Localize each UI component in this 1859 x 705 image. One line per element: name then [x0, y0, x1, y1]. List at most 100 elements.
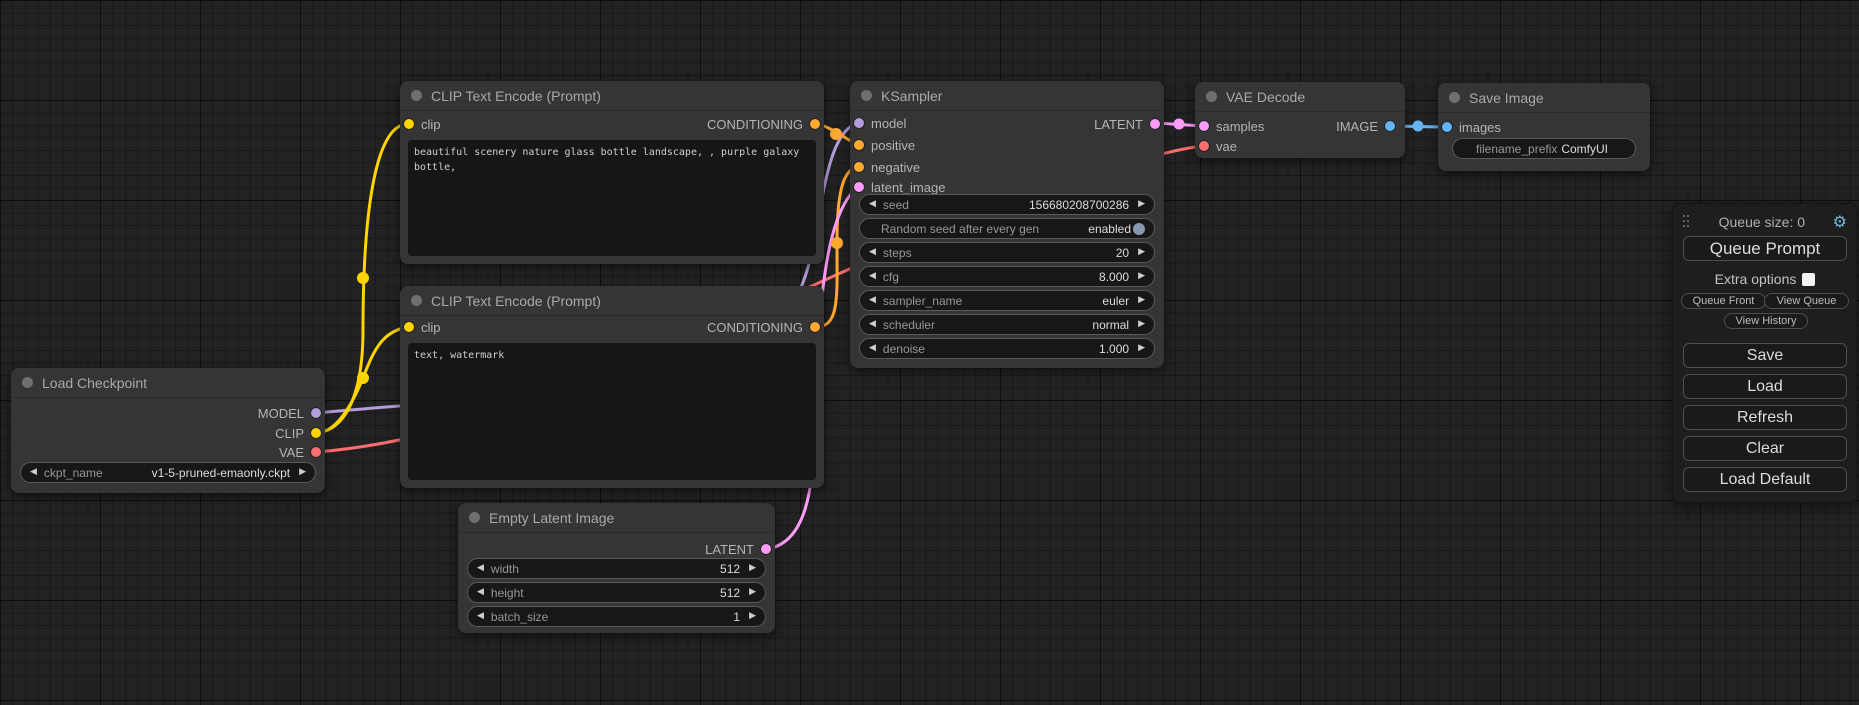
decrement-arrow-icon[interactable]: ◀	[869, 344, 876, 353]
input-images: images	[1442, 117, 1501, 137]
view-queue-button[interactable]: View Queue	[1764, 293, 1849, 309]
node-title: KSampler	[881, 88, 942, 104]
widget-random-seed-toggle[interactable]: Random seed after every gen enabled	[859, 218, 1155, 239]
increment-arrow-icon[interactable]: ▶	[1138, 248, 1145, 257]
decrement-arrow-icon[interactable]: ◀	[869, 320, 876, 329]
node-title: Save Image	[1469, 90, 1544, 106]
input-positive: positive	[854, 135, 915, 155]
decrement-arrow-icon[interactable]: ◀	[869, 272, 876, 281]
node-header[interactable]: Empty Latent Image	[458, 503, 775, 533]
node-empty-latent-image[interactable]: Empty Latent Image LATENT ◀ width 512 ▶ …	[458, 503, 775, 633]
drag-handle-icon[interactable]	[1683, 215, 1691, 230]
increment-arrow-icon[interactable]: ▶	[749, 588, 756, 597]
node-header[interactable]: CLIP Text Encode (Prompt)	[400, 286, 824, 316]
latent-port-icon[interactable]	[761, 544, 771, 554]
clip-port-icon[interactable]	[311, 428, 321, 438]
widget-scheduler[interactable]: ◀ scheduler normal ▶	[859, 314, 1155, 335]
conditioning-port-icon[interactable]	[810, 119, 820, 129]
clip-port-icon[interactable]	[404, 119, 414, 129]
collapse-dot-icon[interactable]	[411, 295, 422, 306]
clear-button[interactable]: Clear	[1683, 436, 1847, 461]
extra-options-label: Extra options	[1715, 271, 1797, 287]
view-history-button[interactable]: View History	[1724, 313, 1808, 329]
node-vae-decode[interactable]: VAE Decode samples vae IMAGE	[1195, 82, 1405, 158]
decrement-arrow-icon[interactable]: ◀	[477, 612, 484, 621]
node-header[interactable]: VAE Decode	[1195, 82, 1405, 112]
node-header[interactable]: CLIP Text Encode (Prompt)	[400, 81, 824, 111]
latent-port-icon[interactable]	[854, 182, 864, 192]
image-port-icon[interactable]	[1385, 121, 1395, 131]
save-button[interactable]: Save	[1683, 343, 1847, 368]
refresh-button[interactable]: Refresh	[1683, 405, 1847, 430]
output-clip: CLIP	[275, 423, 321, 443]
prompt-textarea[interactable]: beautiful scenery nature glass bottle la…	[408, 140, 816, 256]
collapse-dot-icon[interactable]	[411, 90, 422, 101]
conditioning-port-icon[interactable]	[810, 322, 820, 332]
prompt-textarea[interactable]: text, watermark	[408, 343, 816, 480]
node-load-checkpoint[interactable]: Load Checkpoint MODEL CLIP VAE ◀ ckpt_na…	[11, 368, 325, 493]
output-conditioning: CONDITIONING	[707, 114, 820, 134]
model-port-icon[interactable]	[311, 408, 321, 418]
widget-seed[interactable]: ◀ seed 156680208700286 ▶	[859, 194, 1155, 215]
decrement-arrow-icon[interactable]: ◀	[30, 468, 37, 477]
widget-batch-size[interactable]: ◀ batch_size 1 ▶	[467, 606, 766, 627]
node-header[interactable]: KSampler	[850, 81, 1164, 111]
widget-height[interactable]: ◀ height 512 ▶	[467, 582, 766, 603]
decrement-arrow-icon[interactable]: ◀	[869, 248, 876, 257]
input-model: model	[854, 113, 906, 133]
image-port-icon[interactable]	[1442, 122, 1452, 132]
input-clip: clip	[404, 317, 441, 337]
queue-prompt-button[interactable]: Queue Prompt	[1683, 236, 1847, 261]
load-default-button[interactable]: Load Default	[1683, 467, 1847, 492]
decrement-arrow-icon[interactable]: ◀	[477, 588, 484, 597]
decrement-arrow-icon[interactable]: ◀	[477, 564, 484, 573]
widget-denoise[interactable]: ◀ denoise 1.000 ▶	[859, 338, 1155, 359]
widget-steps[interactable]: ◀ steps 20 ▶	[859, 242, 1155, 263]
increment-arrow-icon[interactable]: ▶	[1138, 272, 1145, 281]
settings-gear-icon[interactable]: ⚙	[1833, 214, 1847, 230]
node-save-image[interactable]: Save Image images filename_prefix ComfyU…	[1438, 83, 1650, 171]
decrement-arrow-icon[interactable]: ◀	[869, 296, 876, 305]
model-port-icon[interactable]	[854, 118, 864, 128]
extra-options-checkbox[interactable]	[1802, 273, 1815, 286]
latent-port-icon[interactable]	[1150, 119, 1160, 129]
widget-cfg[interactable]: ◀ cfg 8.000 ▶	[859, 266, 1155, 287]
queue-front-button[interactable]: Queue Front	[1681, 293, 1766, 309]
node-clip-text-encode-positive[interactable]: CLIP Text Encode (Prompt) clip CONDITION…	[400, 81, 824, 264]
load-button[interactable]: Load	[1683, 374, 1847, 399]
input-vae: vae	[1199, 136, 1237, 156]
widget-sampler-name[interactable]: ◀ sampler_name euler ▶	[859, 290, 1155, 311]
increment-arrow-icon[interactable]: ▶	[749, 612, 756, 621]
comfyui-canvas[interactable]: { "icons": { "left_arrow": "◀", "right_a…	[0, 0, 1859, 705]
vae-port-icon[interactable]	[311, 447, 321, 457]
output-image: IMAGE	[1336, 116, 1395, 136]
node-clip-text-encode-negative[interactable]: CLIP Text Encode (Prompt) clip CONDITION…	[400, 286, 824, 488]
increment-arrow-icon[interactable]: ▶	[299, 468, 306, 477]
collapse-dot-icon[interactable]	[22, 377, 33, 388]
conditioning-port-icon[interactable]	[854, 162, 864, 172]
increment-arrow-icon[interactable]: ▶	[1138, 200, 1145, 209]
increment-arrow-icon[interactable]: ▶	[1138, 320, 1145, 329]
increment-arrow-icon[interactable]: ▶	[1138, 296, 1145, 305]
widget-ckpt-name[interactable]: ◀ ckpt_name v1-5-pruned-emaonly.ckpt ▶	[20, 462, 316, 483]
node-title: VAE Decode	[1226, 89, 1305, 105]
widget-width[interactable]: ◀ width 512 ▶	[467, 558, 766, 579]
collapse-dot-icon[interactable]	[861, 90, 872, 101]
widget-filename-prefix[interactable]: filename_prefix ComfyUI	[1452, 138, 1636, 159]
vae-port-icon[interactable]	[1199, 141, 1209, 151]
collapse-dot-icon[interactable]	[1449, 92, 1460, 103]
node-header[interactable]: Save Image	[1438, 83, 1650, 113]
increment-arrow-icon[interactable]: ▶	[1138, 344, 1145, 353]
collapse-dot-icon[interactable]	[469, 512, 480, 523]
latent-port-icon[interactable]	[1199, 121, 1209, 131]
collapse-dot-icon[interactable]	[1206, 91, 1217, 102]
increment-arrow-icon[interactable]: ▶	[749, 564, 756, 573]
node-ksampler[interactable]: KSampler model positive negative latent_…	[850, 81, 1164, 368]
node-header[interactable]: Load Checkpoint	[11, 368, 325, 398]
clip-port-icon[interactable]	[404, 322, 414, 332]
conditioning-port-icon[interactable]	[854, 140, 864, 150]
queue-size-label: Queue size: 0	[1691, 214, 1833, 230]
decrement-arrow-icon[interactable]: ◀	[869, 200, 876, 209]
output-latent: LATENT	[705, 539, 771, 559]
toggle-enabled-icon[interactable]	[1133, 223, 1145, 235]
